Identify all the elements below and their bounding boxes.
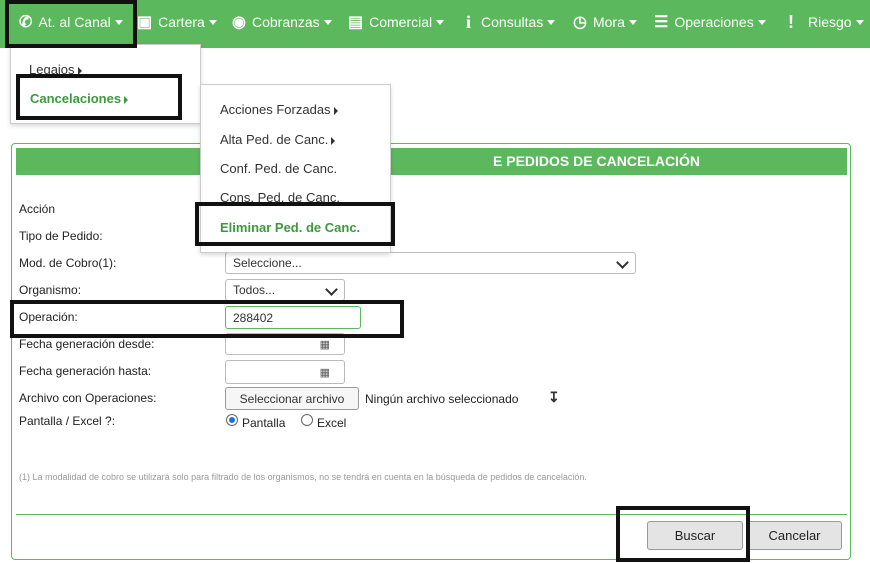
menu-item-label: Acciones Forzadas (220, 102, 331, 117)
archivo-label: Archivo con Operaciones: (19, 391, 157, 405)
tipo-pedido-label: Tipo de Pedido: (19, 229, 103, 243)
fecha-hasta-label: Fecha generación hasta: (19, 364, 152, 378)
calendar-icon[interactable]: ▦ (320, 366, 330, 379)
radio-excel[interactable] (301, 414, 313, 426)
chevron-down-icon (616, 256, 629, 269)
cancelar-button[interactable]: Cancelar (747, 521, 842, 550)
chevron-down-icon (325, 283, 338, 296)
mod-cobro-value: Seleccione... (233, 256, 302, 270)
radio-excel-label: Excel (317, 416, 347, 430)
nav-label: Mora (592, 14, 625, 30)
menu-item-label: Alta Ped. de Canc. (220, 132, 329, 147)
nav-cobranzas[interactable]: ◉ Cobranzas (232, 0, 332, 44)
caret-down-icon (436, 19, 445, 25)
caret-down-icon (855, 19, 864, 25)
footnote: (1) La modalidad de cobro se utilizará s… (19, 472, 587, 482)
menu-item-acciones-forzadas[interactable]: Acciones Forzadas (220, 102, 338, 117)
nav-at-al-canal[interactable]: ✆ At. al Canal (19, 0, 123, 44)
exclamation-icon: ! (788, 11, 794, 32)
seleccionar-archivo-label: Seleccionar archivo (239, 391, 345, 406)
menu-item-alta-ped-canc[interactable]: Alta Ped. de Canc. (220, 132, 336, 147)
radio-pantalla-label: Pantalla (242, 416, 286, 430)
mod-cobro-label: Mod. de Cobro(1): (19, 256, 117, 270)
nav-label: Cobranzas (251, 14, 320, 30)
caret-down-icon (323, 19, 332, 25)
caret-down-icon (757, 19, 766, 25)
footer-divider (16, 514, 847, 515)
nav-mora[interactable]: ◷ Mora (573, 0, 637, 44)
list-icon: ☰ (654, 14, 669, 31)
caret-right-icon (77, 66, 82, 75)
caret-right-icon (331, 136, 336, 145)
operacion-label: Operación: (19, 310, 78, 324)
form-panel (11, 143, 851, 560)
menu-item-legajos[interactable]: Legajos (29, 62, 82, 77)
menu-item-label: Cancelaciones (30, 91, 122, 106)
caret-down-icon (208, 19, 217, 25)
caret-down-icon (628, 19, 637, 25)
nav-label: Operaciones (674, 14, 754, 30)
organismo-value: Todos... (233, 283, 276, 297)
nav-label: Riesgo (808, 14, 852, 30)
operacion-value: 288402 (233, 310, 274, 325)
accion-label: Acción (19, 202, 56, 216)
arrow-down-icon: ↧ (548, 389, 560, 405)
mod-cobro-select[interactable]: Seleccione... (225, 252, 636, 274)
caret-right-icon (124, 95, 129, 104)
phone-icon: ✆ (19, 14, 33, 31)
cancelar-label: Cancelar (768, 528, 821, 543)
fecha-hasta-input[interactable]: ▦ (225, 360, 345, 384)
organismo-label: Organismo: (19, 283, 82, 297)
briefcase-icon: ▣ (137, 14, 153, 31)
panel-header: E PEDIDOS DE CANCELACIÓN (16, 148, 847, 175)
money-icon: ◉ (232, 14, 246, 31)
nav-label: Comercial (369, 14, 433, 30)
fecha-desde-label: Fecha generación desde: (19, 337, 155, 351)
menu-item-conf-ped-canc[interactable]: Conf. Ped. de Canc. (220, 161, 337, 176)
nav-label: Cartera (158, 14, 205, 30)
buscar-button[interactable]: Buscar (647, 521, 743, 550)
pantalla-excel-label: Pantalla / Excel ?: (19, 414, 116, 428)
radio-pantalla[interactable] (226, 414, 238, 426)
clock-icon: ◷ (573, 14, 587, 31)
top-navbar: ✆ At. al Canal ▣ Cartera ◉ Cobranzas ▤ C… (0, 0, 870, 48)
calendar-icon[interactable]: ▦ (320, 338, 330, 351)
caret-right-icon (333, 106, 338, 115)
nav-riesgo[interactable]: ! Riesgo (788, 0, 864, 44)
nav-label: Consultas (481, 14, 544, 30)
fecha-desde-input[interactable]: ▦ (225, 333, 345, 355)
cancelaciones-submenu: Acciones Forzadas Alta Ped. de Canc. Con… (200, 84, 391, 253)
caret-down-icon (547, 19, 556, 25)
buscar-label: Buscar (674, 528, 716, 543)
nav-cartera[interactable]: ▣ Cartera (137, 0, 217, 44)
nav-comercial[interactable]: ▤ Comercial (348, 0, 445, 44)
nav-label: At. al Canal (38, 14, 111, 30)
caret-down-icon (114, 19, 123, 25)
at-al-canal-dropdown: Legajos Cancelaciones (10, 44, 201, 124)
credit-card-icon: ▤ (348, 14, 364, 31)
organismo-select[interactable]: Todos... (225, 279, 345, 301)
info-icon: i (466, 11, 472, 32)
nav-consultas[interactable]: i Consultas (466, 0, 556, 44)
menu-item-cancelaciones[interactable]: Cancelaciones (30, 91, 129, 106)
archivo-status: Ningún archivo seleccionado (365, 392, 519, 406)
menu-item-label: Legajos (29, 62, 75, 77)
nav-operaciones[interactable]: ☰ Operaciones (654, 0, 766, 44)
menu-item-cons-ped-canc[interactable]: Cons. Ped. de Canc. (220, 190, 340, 205)
menu-item-eliminar-ped-canc[interactable]: Eliminar Ped. de Canc. (220, 220, 360, 235)
operacion-input[interactable]: 288402 (225, 306, 361, 329)
seleccionar-archivo-button[interactable]: Seleccionar archivo (225, 387, 359, 410)
